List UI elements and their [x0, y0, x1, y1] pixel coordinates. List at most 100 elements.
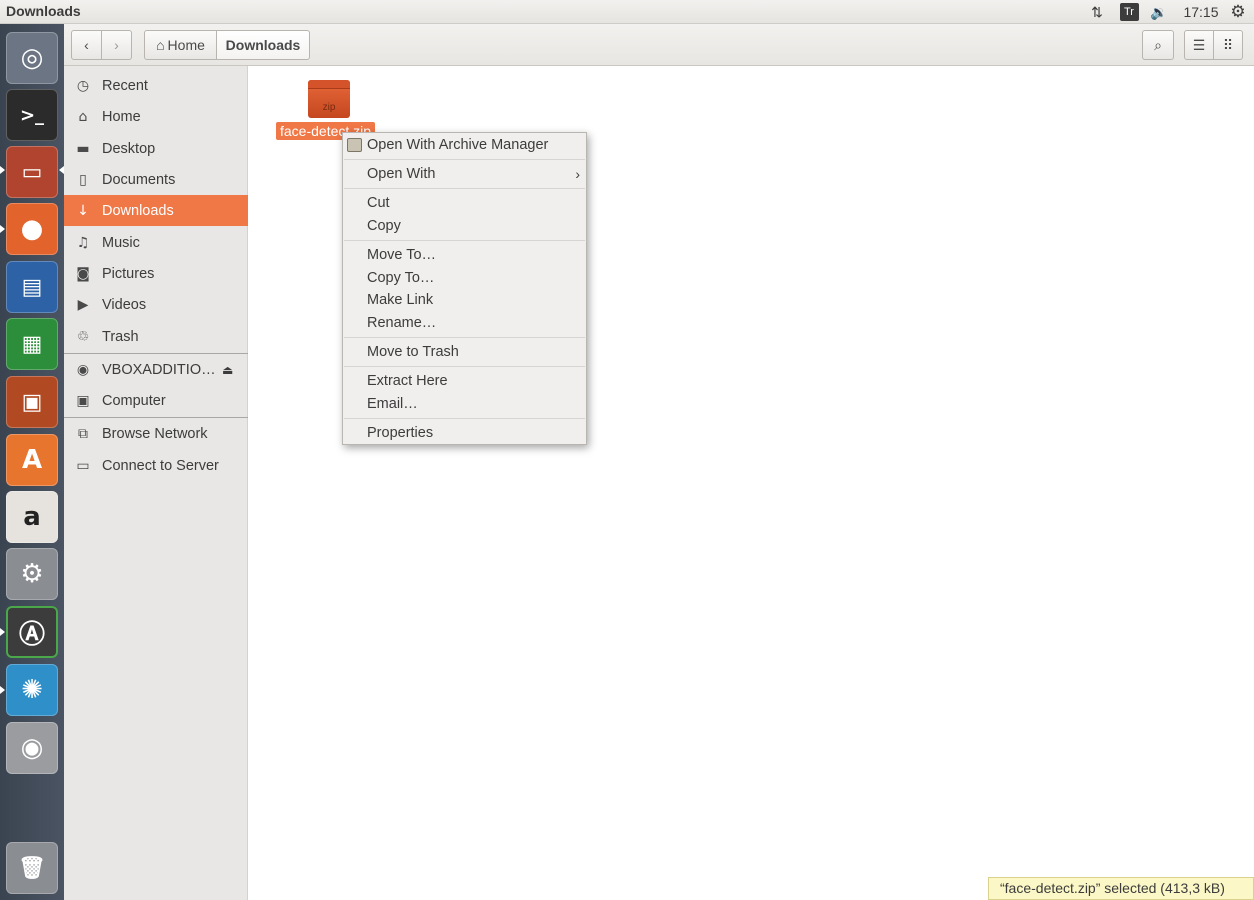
- sidebar-item-label: Desktop: [102, 140, 156, 157]
- menu-item-extract-here[interactable]: Extract Here: [343, 370, 586, 392]
- menu-item-open-with[interactable]: Open With ›: [343, 163, 586, 185]
- zip-type-label: zip: [322, 102, 336, 113]
- menu-item-copy[interactable]: Copy: [343, 215, 586, 237]
- menu-item-label: Email…: [367, 396, 418, 412]
- folder-icon: ▬: [76, 140, 90, 157]
- menu-item-label: Make Link: [367, 292, 434, 308]
- amazon-a-icon: a: [23, 502, 41, 532]
- menu-item-label: Open With Archive Manager: [367, 137, 549, 153]
- ubuntu-dash-icon[interactable]: ◎: [6, 32, 58, 84]
- menu-separator: [344, 337, 585, 338]
- sidebar-item-connect-server[interactable]: ▭ Connect to Server: [64, 450, 248, 481]
- sidebar-item-pictures[interactable]: ◙ Pictures: [64, 258, 248, 289]
- list-icon: ☰: [1192, 36, 1206, 53]
- sidebar-item-videos[interactable]: ▶ Videos: [64, 289, 248, 320]
- firefox-icon[interactable]: ●: [6, 203, 58, 255]
- status-bar: “face-detect.zip” selected (413,3 kB): [988, 877, 1254, 900]
- menu-item-label: Properties: [367, 425, 434, 441]
- sidebar-item-label: Music: [102, 234, 140, 251]
- menu-item-properties[interactable]: Properties: [343, 422, 586, 444]
- volume-icon[interactable]: 🔉: [1146, 0, 1172, 24]
- wrench-icon: ⚙: [20, 559, 44, 589]
- sidebar-item-trash[interactable]: ♲ Trash: [64, 321, 248, 352]
- sidebar-item-browse-network[interactable]: ⧉ Browse Network: [64, 418, 248, 449]
- menu-separator: [344, 159, 585, 160]
- grid-view-button[interactable]: ⠿: [1213, 30, 1243, 60]
- breadcrumb-home-label: Home: [167, 37, 205, 53]
- menu-item-cut[interactable]: Cut: [343, 192, 586, 214]
- music-icon: ♫: [76, 234, 90, 251]
- menu-item-label: Copy: [367, 218, 401, 234]
- libreoffice-impress-icon[interactable]: ▣: [6, 376, 58, 428]
- menu-item-email[interactable]: Email…: [343, 393, 586, 415]
- menu-item-move-to[interactable]: Move To…: [343, 244, 586, 266]
- breadcrumb-downloads[interactable]: Downloads: [216, 30, 310, 60]
- sidebar-item-label: Trash: [102, 328, 139, 345]
- sidebar-item-desktop[interactable]: ▬ Desktop: [64, 133, 248, 164]
- running-indicator: [0, 686, 5, 694]
- launcher: ◎ >_ ▭ ● ▤ ▦ ▣ A a ⚙ Ⓐ ✺ ◉ 🗑: [0, 24, 64, 900]
- menu-item-label: Move to Trash: [367, 344, 459, 360]
- dvd-icon[interactable]: ◉: [6, 722, 58, 774]
- software-updater-icon[interactable]: Ⓐ: [6, 606, 58, 658]
- breadcrumb-home[interactable]: ⌂ Home: [144, 30, 217, 60]
- files-icon[interactable]: ▭: [6, 146, 58, 198]
- sidebar-item-documents[interactable]: ▯ Documents: [64, 164, 248, 195]
- sidebar-item-label: Connect to Server: [102, 457, 219, 474]
- sidebar-item-label: Recent: [102, 77, 148, 94]
- menu-item-make-link[interactable]: Make Link: [343, 289, 586, 311]
- settings-gear-icon[interactable]: ⚙: [1226, 0, 1250, 24]
- sidebar-item-computer[interactable]: ▣ Computer: [64, 385, 248, 416]
- video-icon: ▶: [77, 296, 89, 313]
- spreadsheet-icon: ▦: [21, 331, 43, 357]
- menu-item-label: Copy To…: [367, 270, 435, 286]
- unknown-app-icon[interactable]: ✺: [6, 664, 58, 716]
- network-arrows-icon[interactable]: ⇅: [1084, 0, 1110, 24]
- menu-item-copy-to[interactable]: Copy To…: [343, 267, 586, 289]
- sidebar-item-recent[interactable]: ◷ Recent: [64, 70, 248, 101]
- chevron-right-icon: ›: [114, 37, 119, 53]
- menu-item-rename[interactable]: Rename…: [343, 312, 586, 334]
- trash-icon: ♲: [76, 328, 90, 345]
- trash-launcher-icon[interactable]: 🗑: [6, 842, 58, 894]
- window-title: Downloads: [6, 3, 81, 19]
- updater-icon: Ⓐ: [18, 619, 45, 650]
- presentation-icon: ▣: [21, 389, 43, 415]
- sidebar-item-vboxadditions[interactable]: ◉ VBOXADDITIO… ⏏: [64, 354, 248, 385]
- sidebar-item-music[interactable]: ♫ Music: [64, 227, 248, 258]
- list-view-button[interactable]: ☰: [1184, 30, 1214, 60]
- keyboard-layout-icon[interactable]: Tr: [1118, 0, 1140, 24]
- sidebar-item-downloads[interactable]: ↓ Downloads: [64, 195, 248, 226]
- back-button[interactable]: ‹: [71, 30, 102, 60]
- eject-icon[interactable]: ⏏: [222, 363, 233, 377]
- running-indicator: [0, 225, 5, 233]
- menu-separator: [344, 188, 585, 189]
- sidebar-item-home[interactable]: ⌂ Home: [64, 101, 248, 132]
- grid-icon: ⠿: [1222, 36, 1234, 53]
- sidebar-item-label: Documents: [102, 171, 176, 188]
- trash-can-icon: 🗑: [18, 855, 46, 881]
- keyboard-layout-label: Tr: [1119, 3, 1139, 21]
- forward-button[interactable]: ›: [101, 30, 132, 60]
- search-button[interactable]: ⌕: [1142, 30, 1174, 60]
- clock[interactable]: 17:15: [1178, 0, 1224, 24]
- ubuntu-software-icon[interactable]: A: [6, 434, 58, 486]
- ubuntu-logo-icon: ◎: [20, 43, 44, 73]
- cabinet-icon: ▭: [21, 159, 43, 185]
- home-icon: ⌂: [156, 37, 165, 53]
- menu-item-label: Move To…: [367, 247, 437, 263]
- amazon-icon[interactable]: a: [6, 491, 58, 543]
- terminal-prompt-icon: >_: [19, 104, 45, 126]
- running-indicator: [0, 166, 5, 174]
- libreoffice-calc-icon[interactable]: ▦: [6, 318, 58, 370]
- disc-icon: ◉: [20, 733, 44, 763]
- menu-item-open-archive-manager[interactable]: Open With Archive Manager: [343, 134, 586, 156]
- libreoffice-writer-icon[interactable]: ▤: [6, 261, 58, 313]
- menu-item-move-to-trash[interactable]: Move to Trash: [343, 341, 586, 363]
- sidebar-item-label: Downloads: [102, 202, 174, 219]
- sidebar-item-label: Computer: [102, 392, 166, 409]
- terminal-icon[interactable]: >_: [6, 89, 58, 141]
- system-settings-icon[interactable]: ⚙: [6, 548, 58, 600]
- document-icon: ▯: [79, 171, 87, 188]
- archive-lid: [308, 80, 350, 89]
